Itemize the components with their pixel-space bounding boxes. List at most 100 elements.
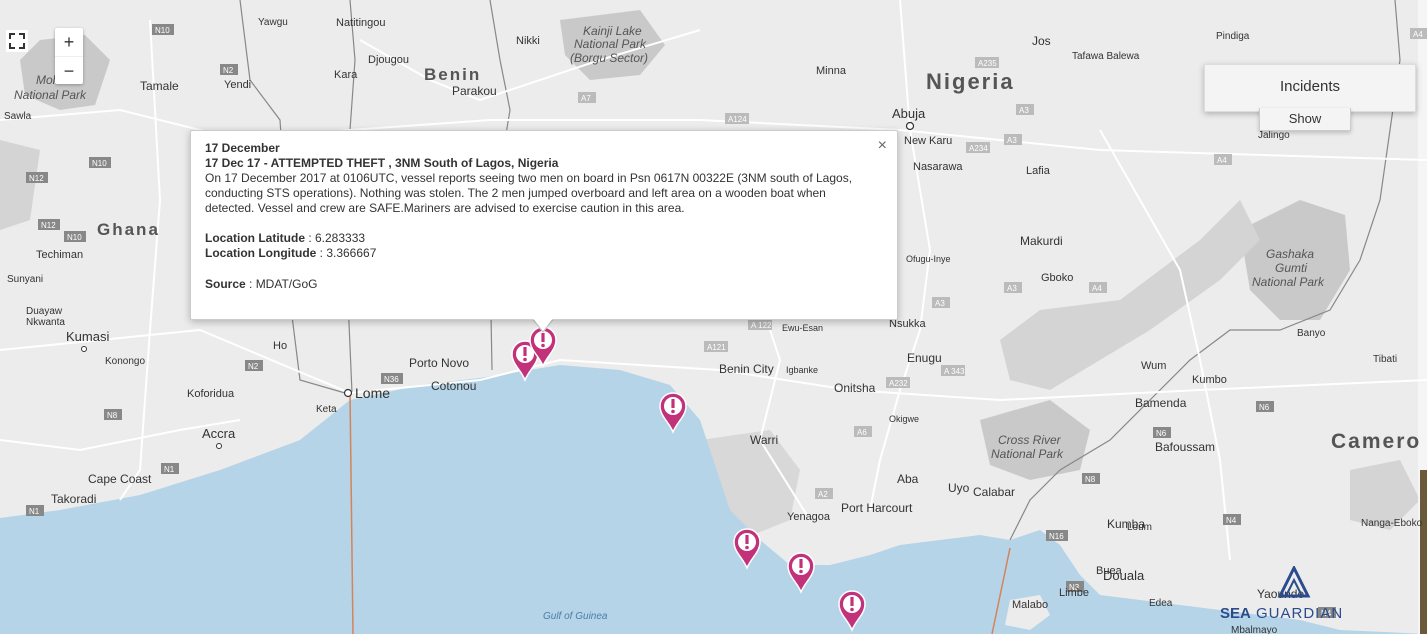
svg-text:Wum: Wum — [1141, 360, 1166, 372]
svg-text:Pindiga: Pindiga — [1216, 31, 1250, 42]
longitude-label: Location Longitude — [205, 246, 317, 260]
svg-text:Loum: Loum — [1127, 522, 1152, 533]
country-label-cameroon: Camero — [1331, 430, 1421, 453]
svg-text:Gulf of Guinea: Gulf of Guinea — [543, 611, 608, 622]
svg-text:Kainji Lake: Kainji Lake — [583, 24, 642, 38]
svg-text:Kumbo: Kumbo — [1192, 374, 1227, 386]
zoom-in-button[interactable]: + — [55, 28, 83, 56]
zoom-control: + − — [55, 28, 83, 84]
incident-popup: × 17 December 17 Dec 17 - ATTEMPTED THEF… — [190, 130, 898, 320]
fullscreen-button[interactable] — [6, 30, 28, 52]
svg-text:Tamale: Tamale — [140, 79, 179, 93]
svg-text:A 122: A 122 — [751, 321, 772, 330]
svg-text:Bafoussam: Bafoussam — [1155, 440, 1215, 454]
svg-text:Lome: Lome — [355, 385, 390, 401]
latitude-label: Location Latitude — [205, 231, 305, 245]
incidents-title: Incidents — [1279, 78, 1341, 95]
svg-text:Yendi: Yendi — [224, 79, 251, 91]
svg-text:Gumti: Gumti — [1275, 261, 1307, 275]
svg-text:Ewu-Esan: Ewu-Esan — [782, 323, 823, 333]
brand-text-sea: SEA — [1220, 605, 1251, 622]
svg-text:Keta: Keta — [316, 404, 337, 415]
svg-text:A7: A7 — [581, 94, 591, 103]
svg-text:Parakou: Parakou — [452, 84, 497, 98]
svg-text:A4: A4 — [1413, 30, 1423, 39]
svg-text:Tibati: Tibati — [1373, 354, 1397, 365]
seaguardian-logo: SEA GUARDIAN — [1218, 564, 1368, 626]
svg-text:N8: N8 — [1085, 475, 1096, 484]
svg-text:A4: A4 — [1092, 284, 1102, 293]
svg-text:Port Harcourt: Port Harcourt — [841, 501, 913, 515]
svg-text:N4: N4 — [1226, 516, 1237, 525]
svg-text:A121: A121 — [707, 343, 726, 352]
svg-text:Calabar: Calabar — [973, 485, 1015, 499]
svg-text:Minna: Minna — [816, 65, 847, 77]
svg-text:National Park: National Park — [1252, 275, 1325, 289]
svg-text:Cotonou: Cotonou — [431, 379, 476, 393]
svg-text:N8: N8 — [107, 411, 118, 420]
svg-text:Nikki: Nikki — [516, 35, 540, 47]
svg-text:N1: N1 — [164, 465, 175, 474]
svg-text:Konongo: Konongo — [105, 356, 145, 367]
svg-text:A 343: A 343 — [944, 367, 965, 376]
svg-text:National Park: National Park — [991, 447, 1064, 461]
svg-text:Lafia: Lafia — [1026, 165, 1051, 177]
svg-text:Abuja: Abuja — [892, 106, 926, 121]
svg-text:Igbanke: Igbanke — [786, 365, 818, 375]
svg-text:Makurdi: Makurdi — [1020, 234, 1063, 248]
svg-text:Jos: Jos — [1032, 34, 1051, 48]
svg-text:N6: N6 — [1259, 403, 1270, 412]
popup-headline: 17 Dec 17 - ATTEMPTED THEFT , 3NM South … — [205, 156, 559, 170]
svg-text:Sawla: Sawla — [4, 111, 32, 122]
zoom-out-button[interactable]: − — [55, 56, 83, 85]
svg-text:Banyo: Banyo — [1297, 328, 1326, 339]
svg-text:Jalingo: Jalingo — [1258, 130, 1290, 141]
svg-text:N12: N12 — [41, 221, 56, 230]
svg-text:Techiman: Techiman — [36, 249, 83, 261]
svg-text:Takoradi: Takoradi — [51, 492, 96, 506]
svg-text:A4: A4 — [1217, 156, 1227, 165]
popup-description: On 17 December 2017 at 0106UTC, vessel r… — [205, 171, 853, 215]
latitude-value: : 6.283333 — [305, 231, 366, 245]
svg-text:Porto Novo: Porto Novo — [409, 356, 469, 370]
popup-date: 17 December — [205, 141, 280, 155]
svg-text:New Karu: New Karu — [904, 135, 952, 147]
svg-text:Benin City: Benin City — [719, 362, 774, 376]
svg-text:N6: N6 — [1156, 429, 1167, 438]
svg-text:Ofugu-Inye: Ofugu-Inye — [906, 254, 951, 264]
show-incidents-button[interactable]: Show — [1259, 108, 1351, 131]
popup-close-button[interactable]: × — [878, 137, 887, 155]
svg-text:Onitsha: Onitsha — [834, 381, 876, 395]
svg-text:Yenagoa: Yenagoa — [787, 511, 831, 523]
svg-text:Djougou: Djougou — [368, 54, 409, 66]
svg-text:Natitingou: Natitingou — [336, 17, 386, 29]
svg-text:Nanga-Eboko: Nanga-Eboko — [1361, 518, 1423, 529]
incidents-panel: Incidents — [1204, 64, 1416, 112]
svg-text:Douala: Douala — [1103, 568, 1145, 583]
svg-text:A3: A3 — [1019, 106, 1029, 115]
svg-text:National Park: National Park — [574, 37, 647, 51]
svg-text:Edea: Edea — [1149, 598, 1173, 609]
svg-text:A232: A232 — [889, 379, 908, 388]
source-label: Source — [205, 277, 246, 291]
svg-text:Koforidua: Koforidua — [187, 388, 235, 400]
svg-text:Enugu: Enugu — [907, 351, 942, 365]
source-value: : MDAT/GoG — [245, 277, 318, 291]
svg-text:Limbe: Limbe — [1059, 587, 1089, 599]
svg-text:Cross River: Cross River — [998, 433, 1062, 447]
country-label-ghana: Ghana — [97, 220, 160, 239]
svg-text:Kumasi: Kumasi — [66, 329, 109, 344]
svg-text:Accra: Accra — [202, 426, 236, 441]
svg-text:Duayaw: Duayaw — [26, 306, 63, 317]
svg-text:N1: N1 — [29, 507, 40, 516]
svg-text:Nkwanta: Nkwanta — [26, 317, 65, 328]
svg-text:A3: A3 — [1007, 284, 1017, 293]
svg-text:Mbalmayo: Mbalmayo — [1231, 625, 1278, 634]
svg-text:Tafawa Balewa: Tafawa Balewa — [1072, 51, 1140, 62]
svg-text:Malabo: Malabo — [1012, 599, 1048, 611]
svg-text:Yawgu: Yawgu — [258, 17, 288, 28]
svg-text:N10: N10 — [67, 233, 82, 242]
svg-text:Ho: Ho — [273, 340, 287, 352]
svg-text:A3: A3 — [1007, 136, 1017, 145]
svg-text:A124: A124 — [728, 115, 747, 124]
